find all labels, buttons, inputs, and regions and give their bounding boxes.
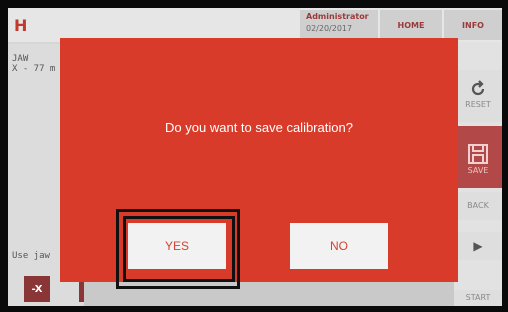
next-arrow-icon[interactable]: ▶: [454, 232, 502, 260]
back-button[interactable]: BACK: [454, 192, 502, 220]
save-button[interactable]: SAVE: [454, 126, 502, 188]
jaw-hint: Use jaw: [12, 251, 50, 261]
nav-home[interactable]: HOME: [380, 10, 442, 40]
reset-label: RESET: [465, 100, 491, 109]
current-date: 02/20/2017: [306, 24, 353, 33]
floppy-disk-icon: [468, 144, 488, 164]
jaw-label: JAW X - 77 m: [12, 54, 55, 74]
yes-highlight-inner-frame: [123, 216, 235, 282]
top-bar: H Administrator 02/20/2017 HOME INFO: [8, 8, 502, 42]
right-panel: RESET SAVE BACK ▶ START: [454, 42, 502, 306]
dialog-message: Do you want to save calibration?: [165, 120, 353, 135]
reset-button[interactable]: RESET: [454, 70, 502, 122]
jaw-title: JAW: [12, 54, 29, 64]
nav-info[interactable]: INFO: [444, 10, 502, 40]
no-button[interactable]: NO: [290, 223, 388, 269]
axis-readout: X - 77 m: [12, 64, 56, 74]
brand-logo: H: [14, 16, 28, 35]
touch-screen: H Administrator 02/20/2017 HOME INFO JAW…: [8, 8, 502, 306]
jog-minus-x-button[interactable]: -X: [24, 276, 50, 302]
start-button[interactable]: START: [454, 290, 502, 306]
user-info: Administrator 02/20/2017: [300, 10, 378, 40]
save-label: SAVE: [467, 166, 489, 175]
user-name: Administrator: [306, 12, 369, 21]
reset-icon: [471, 80, 485, 96]
